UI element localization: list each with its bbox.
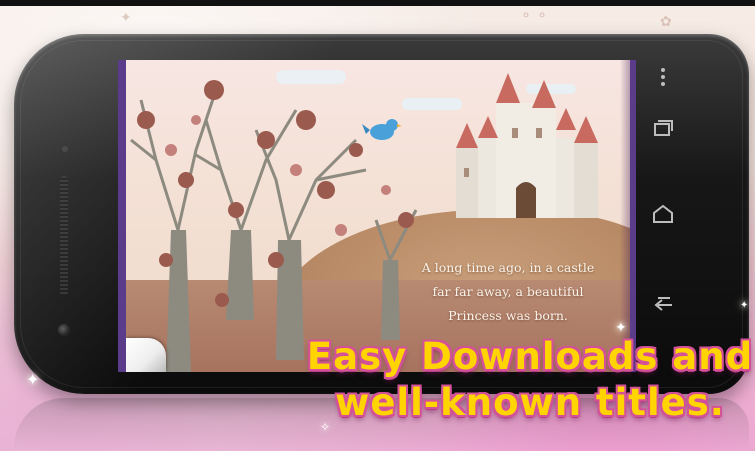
tree-grove-illustration <box>130 80 418 372</box>
story-line: Princess was born. <box>448 308 568 323</box>
recent-apps-icon[interactable] <box>648 114 678 144</box>
story-line: far far away, a beautiful <box>432 284 584 299</box>
promo-headline: Easy Downloads and well-known titles. <box>305 334 755 426</box>
android-softkeys <box>640 62 686 362</box>
bluebird-icon <box>362 119 402 140</box>
earpiece-speaker <box>60 176 68 296</box>
front-camera <box>58 324 70 336</box>
headline-line: Easy Downloads and <box>306 335 754 378</box>
proximity-sensor <box>62 146 68 152</box>
back-icon[interactable] <box>648 286 678 316</box>
page-curl-corner[interactable] <box>126 338 166 372</box>
story-text: A long time ago, in a castle far far awa… <box>408 256 608 328</box>
storybook-page[interactable]: A long time ago, in a castle far far awa… <box>126 60 630 372</box>
phone-screen[interactable]: A long time ago, in a castle far far awa… <box>118 60 636 372</box>
castle-illustration <box>456 73 598 218</box>
home-icon[interactable] <box>648 200 678 230</box>
story-line: A long time ago, in a castle <box>421 260 595 275</box>
doodle-icon: ✦ <box>120 10 132 26</box>
headline-line: well-known titles. <box>335 381 725 424</box>
more-vertical-icon[interactable] <box>648 62 678 92</box>
sparkle-icon: ✦ <box>26 370 40 389</box>
doodle-icon: ✿ <box>660 14 672 30</box>
sparkle-icon: ✦ <box>740 300 749 311</box>
top-border <box>0 0 755 6</box>
doodle-icon: ⚬ ⚬ <box>520 8 548 24</box>
